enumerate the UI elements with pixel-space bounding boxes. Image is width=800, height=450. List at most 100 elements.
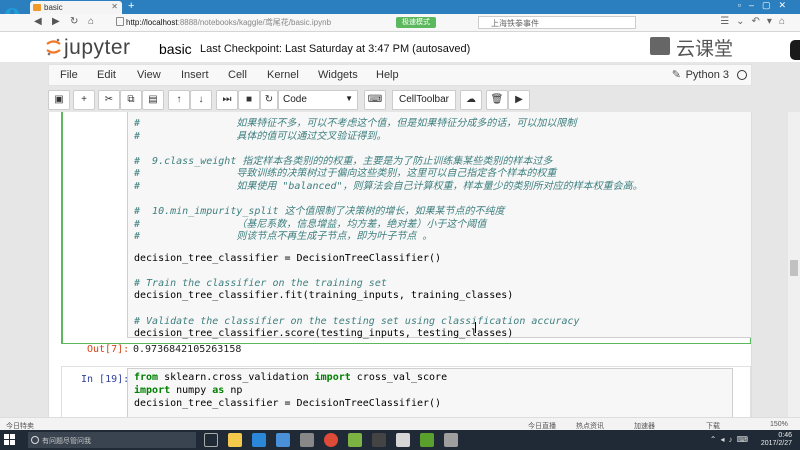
windows-taskbar: 有问题尽管问我 ⌃◂♪⌨ 0:46 2017/2/27: [0, 430, 800, 450]
windows-start-icon[interactable]: [4, 434, 16, 446]
taskbar-search-input[interactable]: 有问题尽管问我: [28, 432, 196, 448]
browser-tab-strip: basic ✕ + ▫–▢✕: [0, 0, 800, 14]
file-explorer-icon[interactable]: [228, 433, 242, 447]
page-info-icon[interactable]: [116, 17, 124, 26]
back-icon[interactable]: ◀: [34, 16, 42, 27]
keyword: import: [314, 372, 351, 383]
code-editor[interactable]: # 如果特征不多，可以不考虑这个值，但是如果特征分成多的话，可以加以限制 # 具体…: [127, 112, 751, 340]
code-line: from sklearn.cross_validation import cro…: [134, 372, 447, 383]
save-icon[interactable]: ▣: [48, 90, 70, 110]
cell-type-value: Code: [283, 94, 307, 105]
scrollbar-thumb[interactable]: [790, 260, 798, 276]
code-line: # Train the classifier on the training s…: [134, 277, 387, 289]
system-tray-icons[interactable]: ⌃◂♪⌨: [710, 435, 752, 444]
celltoolbar-button[interactable]: CellToolbar: [392, 90, 456, 110]
browser-status-bar: 今日特卖 今日直播 热点资讯 加速器 下载 150%: [0, 417, 800, 430]
terminal-icon[interactable]: [372, 433, 386, 447]
code-editor[interactable]: from sklearn.cross_validation import cro…: [127, 368, 733, 424]
cell-type-select[interactable]: Code ▼: [278, 90, 358, 110]
move-up-icon[interactable]: ↑: [168, 90, 190, 110]
code-line: # 具体的值可以通过交叉验证得到。: [134, 130, 387, 142]
menu-insert[interactable]: Insert: [181, 69, 209, 81]
brand-logo: 云课堂: [650, 34, 770, 60]
close-tab-icon[interactable]: ✕: [111, 2, 118, 11]
keyboard-icon[interactable]: ⌨: [364, 90, 386, 110]
scrollbar[interactable]: [788, 112, 800, 425]
edge-icon[interactable]: [252, 433, 266, 447]
copy-icon[interactable]: ⧉: [120, 90, 142, 110]
code-line: decision_tree_classifier = DecisionTreeC…: [134, 252, 442, 264]
menu-bar: File Edit View Insert Cell Kernel Widget…: [48, 64, 752, 86]
delete-icon[interactable]: 🗑: [486, 90, 508, 110]
menu-file[interactable]: File: [60, 69, 78, 81]
system-clock[interactable]: 0:46 2017/2/27: [761, 432, 792, 448]
app-icon[interactable]: [444, 433, 458, 447]
refresh-icon[interactable]: ↻: [70, 16, 78, 27]
menu-widgets[interactable]: Widgets: [318, 69, 358, 81]
code-line: # 则该节点不再生成子节点，即为叶子节点 。: [134, 231, 433, 243]
menu-cell[interactable]: Cell: [228, 69, 247, 81]
jupyter-logo-text: jupyter: [64, 36, 131, 59]
new-tab-button[interactable]: +: [128, 0, 134, 12]
stop-icon[interactable]: ■: [238, 90, 260, 110]
browser-app-icon[interactable]: [348, 433, 362, 447]
video-icon[interactable]: ▶: [508, 90, 530, 110]
menu-edit[interactable]: Edit: [97, 69, 116, 81]
taskbar-search-placeholder: 有问题尽管问我: [42, 438, 91, 445]
code-line: import numpy as np: [134, 385, 242, 396]
toolbar-icons[interactable]: ☰⌄↶▾⌂: [720, 16, 792, 27]
add-cell-icon[interactable]: +: [73, 90, 95, 110]
code-line: # 如果使用 "balanced"，则算法会自己计算权重，样本量少的类别所对应的…: [134, 181, 643, 192]
code-line: # Validate the classifier on the testing…: [134, 315, 580, 327]
task-view-icon[interactable]: [204, 433, 218, 447]
code-text: np: [224, 385, 243, 396]
browser-search-input[interactable]: 上海铁拳事件: [478, 16, 636, 29]
paste-icon[interactable]: ▤: [142, 90, 164, 110]
browser-tab[interactable]: basic ✕: [30, 1, 122, 14]
notebook-container: # 如果特征不多，可以不考虑这个值，但是如果特征分成多的话，可以加以限制 # 具体…: [48, 112, 752, 425]
notepad-icon[interactable]: [396, 433, 410, 447]
jupyter-header: jupyter basic Last Checkpoint: Last Satu…: [0, 32, 800, 62]
clock-date: 2017/2/27: [760, 440, 792, 447]
upload-icon[interactable]: ☁: [460, 90, 482, 110]
chevron-down-icon: ▼: [345, 94, 353, 103]
edit-pencil-icon[interactable]: ✎: [672, 68, 681, 81]
checkpoint-status: Last Checkpoint: Last Saturday at 3:47 P…: [200, 43, 471, 55]
cut-icon[interactable]: ✂: [98, 90, 120, 110]
code-text: cross_val_score: [350, 372, 448, 383]
window-controls[interactable]: ▫–▢✕: [738, 0, 794, 11]
browser-tab-title: basic: [44, 3, 63, 12]
output-prompt: Out[7]:: [87, 344, 130, 355]
chrome-icon[interactable]: [324, 433, 338, 447]
jupyter-favicon-icon: [33, 4, 41, 11]
code-line: decision_tree_classifier = DecisionTreeC…: [134, 398, 442, 409]
menu-view[interactable]: View: [137, 69, 161, 81]
zoom-level[interactable]: 150%: [770, 421, 788, 428]
text-cursor: [475, 322, 476, 333]
keyword: as: [212, 385, 225, 396]
keyword: from: [134, 372, 159, 383]
cell-selection-bar: [61, 112, 63, 344]
speed-mode-badge[interactable]: 极速模式: [396, 17, 436, 28]
home-icon[interactable]: ⌂: [88, 16, 94, 27]
kernel-status-icon: [737, 70, 747, 80]
run-icon[interactable]: ⏭: [216, 90, 238, 110]
url-host: http://localhost: [126, 18, 178, 27]
code-text: numpy: [170, 385, 213, 396]
app-icon[interactable]: [300, 433, 314, 447]
notebook-name[interactable]: basic: [159, 41, 192, 57]
menu-kernel[interactable]: Kernel: [267, 69, 299, 81]
restart-icon[interactable]: ↻: [260, 90, 278, 110]
jupyter-logo[interactable]: jupyter: [46, 36, 156, 59]
menu-help[interactable]: Help: [376, 69, 399, 81]
url-field[interactable]: http://localhost:8888/notebooks/kaggle/鸢…: [126, 16, 406, 29]
side-panel-handle[interactable]: [790, 40, 800, 60]
clock-time: 0:46: [778, 432, 792, 439]
move-down-icon[interactable]: ↓: [190, 90, 212, 110]
notebook-toolbar: ▣ + ✂ ⧉ ▤ ↑ ↓ ⏭ ■ ↻ Code ▼ ⌨ CellToolbar…: [48, 88, 752, 112]
brand-logo-icon: [650, 37, 670, 55]
recorder-icon[interactable]: [420, 433, 434, 447]
store-icon[interactable]: [276, 433, 290, 447]
code-line: decision_tree_classifier.score(testing_i…: [134, 328, 514, 340]
forward-icon[interactable]: ▶: [52, 16, 60, 27]
